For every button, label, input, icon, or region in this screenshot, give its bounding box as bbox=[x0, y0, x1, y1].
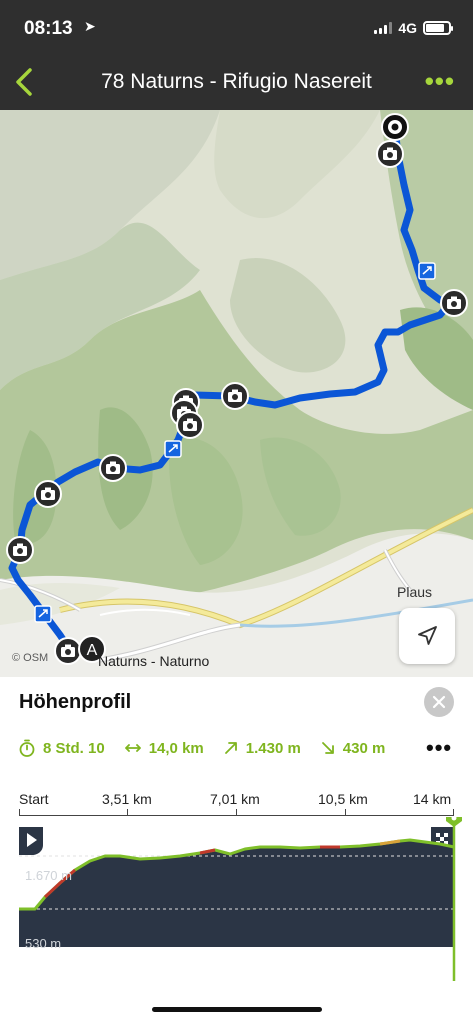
axis-label: 14 km bbox=[413, 791, 452, 807]
photo-marker[interactable] bbox=[99, 454, 127, 482]
axis-label: 3,51 km bbox=[102, 791, 152, 807]
destination-marker[interactable] bbox=[381, 113, 409, 141]
axis-label: 10,5 km bbox=[318, 791, 368, 807]
page-title: 78 Naturns - Rifugio Nasereit bbox=[101, 70, 372, 93]
ascent-icon bbox=[224, 741, 238, 755]
axis-label: Start bbox=[19, 791, 49, 807]
map-attribution[interactable]: © OSM bbox=[12, 652, 48, 664]
network-label: 4G bbox=[398, 20, 417, 36]
close-button[interactable] bbox=[424, 687, 454, 717]
duration-value: 8 Std. 10 bbox=[43, 739, 105, 757]
sheet-title: Höhenprofil bbox=[19, 691, 132, 713]
play-icon bbox=[19, 827, 43, 855]
elevation-chart[interactable] bbox=[0, 817, 473, 987]
elevation-min-label: 530 m bbox=[25, 936, 62, 951]
axis-tick bbox=[127, 809, 128, 816]
axis-tick bbox=[453, 809, 454, 816]
home-indicator[interactable] bbox=[152, 1007, 322, 1012]
back-button[interactable] bbox=[8, 62, 42, 102]
locate-me-button[interactable] bbox=[399, 608, 455, 664]
battery-icon bbox=[423, 21, 453, 35]
ascent-value: 1.430 m bbox=[245, 739, 301, 757]
ellipsis-icon: ••• bbox=[426, 735, 453, 760]
status-time: 08:13 bbox=[24, 18, 73, 39]
top-bar: 08:13 ➤ 4G 78 Naturns - Rifugio Nasereit… bbox=[0, 0, 473, 110]
axis-tick bbox=[19, 809, 20, 816]
stat-duration: 8 Std. 10 bbox=[19, 739, 105, 757]
stat-descent: 430 m bbox=[321, 739, 386, 757]
position-handle[interactable] bbox=[446, 817, 462, 827]
photo-marker[interactable] bbox=[34, 480, 62, 508]
ellipsis-icon: ••• bbox=[424, 66, 455, 96]
photo-marker[interactable] bbox=[376, 140, 404, 168]
place-label-plaus: Plaus bbox=[397, 584, 433, 600]
axis-tick bbox=[236, 809, 237, 816]
descent-value: 430 m bbox=[342, 739, 386, 757]
photo-marker[interactable] bbox=[221, 382, 249, 410]
photo-marker[interactable] bbox=[440, 289, 468, 317]
more-options-button[interactable]: ••• bbox=[425, 68, 455, 94]
stat-distance: 14,0 km bbox=[124, 739, 204, 757]
stat-ascent: 1.430 m bbox=[224, 740, 301, 757]
place-label-naturns: Naturns - Naturno bbox=[98, 653, 210, 669]
elevation-profile-sheet: Höhenprofil 8 Std. 10 14,0 km 1.430 m 43… bbox=[0, 677, 473, 1024]
chevron-left-icon bbox=[16, 68, 32, 96]
descent-icon bbox=[321, 741, 335, 755]
location-services-icon: ➤ bbox=[84, 18, 96, 34]
direction-arrow-icon bbox=[34, 605, 52, 623]
photo-marker[interactable] bbox=[176, 411, 204, 439]
photo-marker[interactable] bbox=[6, 536, 34, 564]
elevation-max-label: 1.670 m bbox=[25, 868, 72, 883]
direction-arrow-icon bbox=[164, 440, 182, 458]
stopwatch-icon bbox=[19, 739, 35, 757]
route-stats: 8 Std. 10 14,0 km 1.430 m 430 m bbox=[19, 739, 405, 757]
photo-marker[interactable] bbox=[54, 637, 82, 665]
close-icon bbox=[432, 695, 446, 709]
start-marker-label: A bbox=[87, 642, 98, 659]
location-arrow-icon bbox=[418, 626, 437, 645]
direction-arrow-icon bbox=[418, 262, 436, 280]
signal-icon bbox=[374, 22, 393, 34]
more-stats-button[interactable]: ••• bbox=[426, 735, 452, 761]
axis-label: 7,01 km bbox=[210, 791, 260, 807]
status-indicators: 4G bbox=[374, 20, 453, 36]
distance-axis: Start 3,51 km 7,01 km 10,5 km 14 km bbox=[0, 791, 473, 811]
distance-icon bbox=[124, 742, 141, 754]
axis-tick bbox=[345, 809, 346, 816]
distance-value: 14,0 km bbox=[148, 739, 204, 757]
